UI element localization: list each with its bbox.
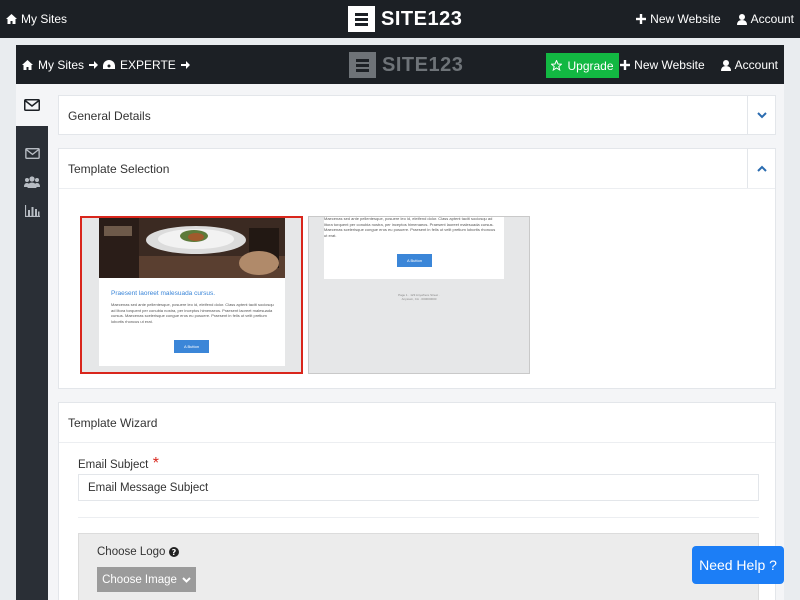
general-details-title: General Details bbox=[68, 109, 151, 123]
expand-toggle[interactable] bbox=[747, 96, 775, 135]
sidebar-item-email[interactable] bbox=[24, 146, 40, 160]
my-sites-label: My Sites bbox=[21, 12, 68, 26]
sidebar bbox=[16, 84, 48, 600]
help-circle-icon[interactable]: ? bbox=[169, 547, 180, 557]
template-wizard-panel: Template Wizard Email Subject * Choose L… bbox=[58, 402, 776, 600]
choose-image-button[interactable]: Choose Image bbox=[97, 567, 196, 592]
plus-icon bbox=[620, 60, 631, 70]
choose-logo-label-text: Choose Logo bbox=[97, 546, 166, 558]
arrow-right-icon bbox=[180, 61, 190, 69]
food-photo-image bbox=[99, 218, 285, 278]
site123-logo[interactable]: SITE123 bbox=[348, 6, 462, 32]
template-option-1[interactable]: Praesent laoreet malesuada cursus. Maece… bbox=[80, 216, 303, 374]
template-heading: Praesent laoreet malesuada cursus. bbox=[111, 290, 216, 297]
sidebar-item-email-active[interactable] bbox=[16, 84, 48, 126]
template-wizard-title: Template Wizard bbox=[68, 416, 158, 430]
template-sample-button: A Button bbox=[174, 340, 209, 353]
bar-chart-icon bbox=[24, 205, 40, 217]
logo-mark-icon bbox=[349, 52, 376, 78]
general-details-header[interactable]: General Details bbox=[59, 96, 775, 136]
account-link[interactable]: Account bbox=[720, 58, 778, 72]
editor-frame: My Sites EXPERTE SITE123 Upgrade New Web… bbox=[16, 45, 784, 600]
chevron-down-icon bbox=[756, 112, 767, 119]
breadcrumb-my-sites[interactable]: My Sites bbox=[38, 58, 84, 72]
template-preview-card: Maecenas sed ante pellentesque, posuere … bbox=[324, 217, 504, 279]
email-subject-label: Email Subject * bbox=[78, 455, 159, 473]
upgrade-button[interactable]: Upgrade bbox=[546, 53, 619, 78]
email-subject-input[interactable] bbox=[78, 474, 759, 501]
required-mark: * bbox=[152, 455, 159, 472]
choose-logo-label: Choose Logo ? bbox=[97, 546, 180, 558]
sidebar-item-stats[interactable] bbox=[24, 204, 40, 218]
template-footer-text: Page 1 · 123 Anywhere Street · Anytown, … bbox=[398, 293, 440, 301]
sidebar-item-contacts[interactable] bbox=[24, 175, 40, 189]
divider bbox=[78, 517, 759, 518]
account-link[interactable]: Account bbox=[736, 12, 794, 26]
template-wizard-header: Template Wizard bbox=[59, 403, 775, 443]
plus-icon bbox=[636, 14, 647, 24]
breadcrumb-site[interactable]: EXPERTE bbox=[120, 58, 176, 72]
template-sample-button: A Button bbox=[397, 254, 432, 267]
template-selection-title: Template Selection bbox=[68, 162, 170, 176]
template-body-text: Maecenas sed ante pellentesque, posuere … bbox=[324, 216, 496, 238]
account-label: Account bbox=[750, 12, 794, 26]
choose-logo-section: Choose Logo ? Choose Image bbox=[78, 533, 759, 600]
dashboard-icon bbox=[103, 60, 116, 69]
home-icon bbox=[22, 60, 33, 70]
envelope-icon bbox=[24, 147, 40, 159]
template-preview-card: Praesent laoreet malesuada cursus. Maece… bbox=[99, 218, 285, 366]
star-icon bbox=[551, 60, 563, 71]
upgrade-label: Upgrade bbox=[567, 58, 614, 73]
choose-image-label: Choose Image bbox=[102, 573, 177, 586]
user-icon bbox=[720, 59, 731, 71]
template-option-2[interactable]: Maecenas sed ante pellentesque, posuere … bbox=[308, 216, 530, 374]
users-icon bbox=[24, 176, 40, 188]
chevron-up-icon bbox=[756, 165, 767, 172]
logo-text: SITE123 bbox=[382, 53, 464, 76]
new-website-link[interactable]: New Website bbox=[620, 58, 705, 72]
new-website-link[interactable]: New Website bbox=[636, 12, 721, 26]
inner-top-bar: My Sites EXPERTE SITE123 Upgrade New Web… bbox=[16, 45, 784, 84]
site123-logo[interactable]: SITE123 bbox=[349, 52, 463, 78]
template-selection-panel: Template Selection Praesent laoreet male… bbox=[58, 148, 776, 389]
home-icon bbox=[6, 14, 17, 24]
logo-mark-icon bbox=[348, 6, 375, 32]
outer-top-bar: My Sites SITE123 New Website Account bbox=[0, 0, 800, 38]
new-website-label: New Website bbox=[650, 12, 721, 26]
collapse-toggle[interactable] bbox=[747, 149, 775, 188]
account-label: Account bbox=[734, 58, 778, 72]
logo-text: SITE123 bbox=[381, 7, 463, 30]
need-help-button[interactable]: Need Help ? bbox=[692, 546, 784, 584]
envelope-icon bbox=[24, 99, 40, 111]
my-sites-link[interactable]: My Sites bbox=[6, 12, 67, 26]
template-selection-header[interactable]: Template Selection bbox=[59, 149, 775, 189]
breadcrumb: My Sites EXPERTE bbox=[22, 58, 190, 72]
new-website-label: New Website bbox=[634, 58, 705, 72]
template-body-text: Maecenas sed ante pellentesque, posuere … bbox=[111, 302, 274, 324]
email-subject-label-text: Email Subject bbox=[78, 459, 149, 471]
chevron-down-icon bbox=[182, 576, 191, 583]
general-details-panel: General Details bbox=[58, 95, 776, 135]
user-icon bbox=[736, 13, 747, 25]
arrow-right-icon bbox=[89, 61, 99, 69]
svg-text:?: ? bbox=[172, 548, 177, 557]
